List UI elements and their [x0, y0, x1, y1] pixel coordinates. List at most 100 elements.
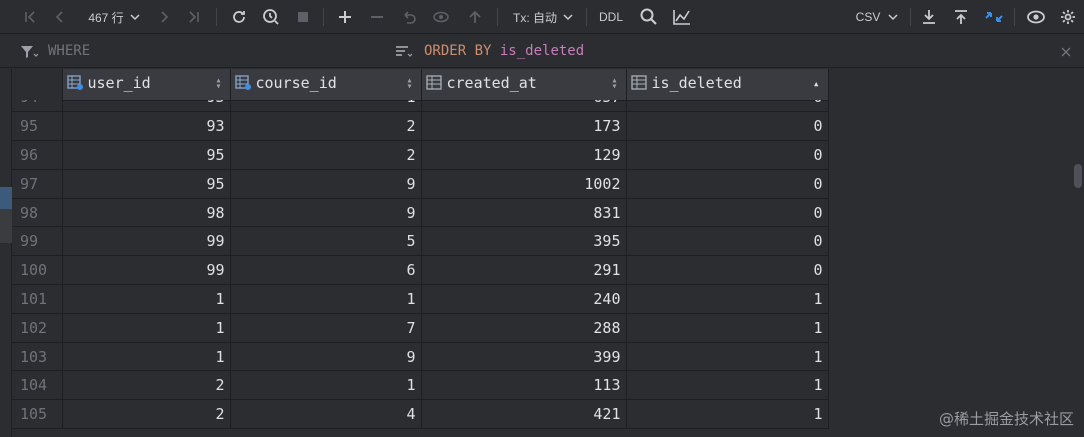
table-cell-user-id[interactable]: 1 — [62, 342, 231, 372]
table-cell-user-id[interactable]: 98 — [62, 198, 231, 228]
sort-toggle-icon[interactable]: ▴ ▾ — [406, 76, 412, 92]
table-cell-course-id[interactable]: 2 — [230, 140, 422, 170]
table-cell-course-id[interactable]: 5 — [230, 226, 422, 257]
where-filter-input[interactable]: WHERE — [48, 43, 90, 59]
column-header-is-deleted[interactable]: is_deleted ▴ — [626, 69, 829, 101]
last-page-icon[interactable] — [184, 5, 204, 29]
table-cell-user-id[interactable]: 1 — [62, 284, 231, 314]
export-format-dropdown[interactable]: CSV — [852, 5, 902, 29]
table-cell-created-at[interactable]: 291 — [421, 255, 627, 286]
table-cell-is-deleted[interactable]: 0 — [626, 226, 829, 257]
table-cell-created-at[interactable]: 421 — [421, 399, 627, 430]
table-cell-course-id[interactable]: 1 — [230, 100, 422, 113]
table-cell-is-deleted[interactable]: 0 — [626, 255, 829, 286]
scrollbar-thumb[interactable] — [1074, 164, 1082, 188]
table-cell-is-deleted[interactable]: 1 — [626, 313, 829, 343]
table-cell-created-at[interactable]: 129 — [421, 140, 627, 170]
table-row[interactable]: 95 93 2 173 0 — [12, 111, 829, 142]
table-cell-created-at[interactable]: 288 — [421, 313, 627, 343]
transaction-mode-dropdown[interactable]: Tx: 自动 — [508, 5, 578, 29]
table-cell-user-id[interactable]: 95 — [62, 169, 231, 199]
order-by-input[interactable]: ORDER BY is_deleted — [424, 43, 584, 59]
row-count-dropdown[interactable]: 467 行 — [80, 5, 148, 29]
table-cell-created-at[interactable]: 173 — [421, 111, 627, 142]
table-cell-course-id[interactable]: 6 — [230, 255, 422, 286]
ddl-button[interactable]: DDL — [596, 5, 626, 29]
table-cell-user-id[interactable]: 95 — [62, 140, 231, 170]
table-cell-created-at[interactable]: 657 — [421, 100, 627, 113]
table-cell-is-deleted[interactable]: 0 — [626, 100, 829, 113]
table-cell-user-id[interactable]: 1 — [62, 313, 231, 343]
table-cell-created-at[interactable]: 831 — [421, 198, 627, 228]
chart-view-icon[interactable] — [670, 5, 694, 29]
column-header-created-at[interactable]: created_at ▴ ▾ — [421, 69, 627, 101]
table-cell-course-id[interactable]: 9 — [230, 198, 422, 228]
sort-lines-icon[interactable] — [395, 44, 413, 63]
table-cell-is-deleted[interactable]: 1 — [626, 370, 829, 401]
table-cell-user-id[interactable]: 2 — [62, 370, 231, 401]
sort-toggle-icon[interactable]: ▴ ▾ — [215, 76, 221, 92]
table-cell-created-at[interactable]: 399 — [421, 342, 627, 372]
table-row[interactable]: 97 95 9 1002 0 — [12, 169, 829, 199]
table-cell-is-deleted[interactable]: 1 — [626, 399, 829, 430]
table-row[interactable]: 100 99 6 291 0 — [12, 255, 829, 286]
table-cell-course-id[interactable]: 2 — [230, 111, 422, 142]
previous-page-icon[interactable] — [50, 5, 70, 29]
row-number: 99 — [12, 226, 63, 257]
table-cell-is-deleted[interactable]: 0 — [626, 140, 829, 170]
next-page-icon[interactable] — [154, 5, 174, 29]
delete-row-icon[interactable] — [366, 5, 388, 29]
column-header-course-id[interactable]: course_id ▴ ▾ — [230, 69, 422, 101]
table-row[interactable]: 949316570 — [12, 100, 829, 113]
table-cell-course-id[interactable]: 9 — [230, 342, 422, 372]
results-table: user_id ▴ ▾ course_id ▴ ▾ created_at ▴ ▾ is… — [12, 69, 829, 101]
search-icon[interactable] — [638, 5, 660, 29]
submit-icon[interactable] — [464, 5, 486, 29]
compare-icon[interactable] — [982, 5, 1006, 29]
table-cell-course-id[interactable]: 1 — [230, 370, 422, 401]
table-cell-user-id[interactable]: 99 — [62, 226, 231, 257]
revert-icon[interactable] — [398, 5, 420, 29]
filter-funnel-icon[interactable] — [20, 44, 39, 63]
stop-icon[interactable] — [292, 5, 314, 29]
table-cell-is-deleted[interactable]: 0 — [626, 198, 829, 228]
view-eye-icon[interactable] — [1024, 5, 1048, 29]
table-cell-user-id[interactable]: 2 — [62, 399, 231, 430]
table-row[interactable]: 96 95 2 129 0 — [12, 140, 829, 170]
table-cell-created-at[interactable]: 240 — [421, 284, 627, 314]
refresh-icon[interactable] — [228, 5, 250, 29]
table-row[interactable]: 105 2 4 421 1 — [12, 399, 829, 430]
export-download-icon[interactable] — [918, 5, 940, 29]
table-row[interactable]: 104 2 1 113 1 — [12, 370, 829, 401]
table-row[interactable]: 99 99 5 395 0 — [12, 226, 829, 257]
first-page-icon[interactable] — [20, 5, 40, 29]
table-row[interactable]: 98 98 9 831 0 — [12, 198, 829, 228]
table-cell-created-at[interactable]: 113 — [421, 370, 627, 401]
table-row[interactable]: 101 1 1 240 1 — [12, 284, 829, 314]
table-cell-user-id[interactable]: 93 — [62, 100, 231, 113]
table-cell-course-id[interactable]: 4 — [230, 399, 422, 430]
preview-changes-icon[interactable] — [430, 5, 452, 29]
settings-gear-icon[interactable] — [1056, 5, 1080, 29]
vertical-scrollbar[interactable] — [1072, 69, 1084, 437]
add-row-icon[interactable] — [334, 5, 356, 29]
table-row[interactable]: 103 1 9 399 1 — [12, 342, 829, 372]
sort-toggle-icon[interactable]: ▴ ▾ — [611, 76, 617, 92]
history-clock-icon[interactable] — [260, 5, 282, 29]
table-cell-is-deleted[interactable]: 0 — [626, 169, 829, 199]
import-upload-icon[interactable] — [950, 5, 972, 29]
table-cell-created-at[interactable]: 1002 — [421, 169, 627, 199]
table-cell-is-deleted[interactable]: 1 — [626, 342, 829, 372]
table-cell-course-id[interactable]: 9 — [230, 169, 422, 199]
table-cell-user-id[interactable]: 93 — [62, 111, 231, 142]
table-cell-course-id[interactable]: 1 — [230, 284, 422, 314]
table-cell-course-id[interactable]: 7 — [230, 313, 422, 343]
table-row[interactable]: 102 1 7 288 1 — [12, 313, 829, 343]
close-icon[interactable] — [1060, 43, 1072, 62]
column-header-user-id[interactable]: user_id ▴ ▾ — [62, 69, 231, 101]
table-cell-user-id[interactable]: 99 — [62, 255, 231, 286]
table-cell-is-deleted[interactable]: 1 — [626, 284, 829, 314]
sort-ascending-icon[interactable]: ▴ — [813, 78, 820, 89]
table-cell-is-deleted[interactable]: 0 — [626, 111, 829, 142]
table-cell-created-at[interactable]: 395 — [421, 226, 627, 257]
